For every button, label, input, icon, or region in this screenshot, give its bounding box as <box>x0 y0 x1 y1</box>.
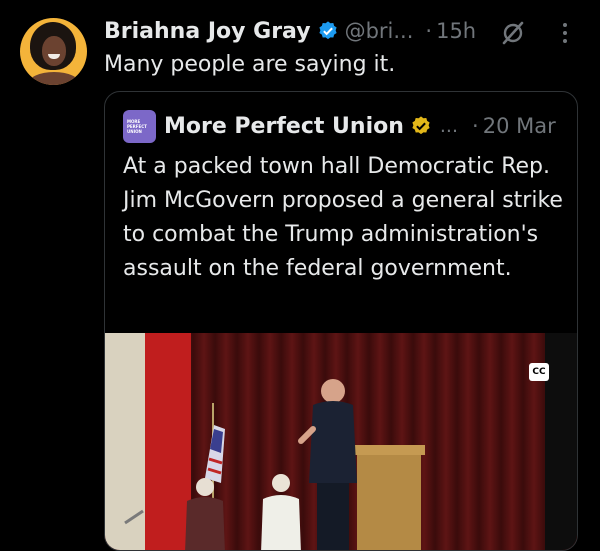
separator-dot: · <box>425 19 433 43</box>
gold-verified-badge-icon[interactable] <box>410 115 432 137</box>
avatar-face <box>42 36 66 66</box>
quoted-tweet-date[interactable]: 20 Mar <box>483 114 556 138</box>
quoted-tweet-card[interactable]: MORE PERFECT UNION More Perfect Union ..… <box>104 91 578 551</box>
grok-icon[interactable] <box>500 20 526 46</box>
speaker-suit <box>309 401 357 483</box>
tweet-text: Many people are saying it. <box>104 52 396 77</box>
logo-text-line: UNION <box>127 128 142 134</box>
stage-side <box>545 333 577 550</box>
avatar-shoulders <box>28 72 80 85</box>
quoted-author-logo[interactable]: MORE PERFECT UNION <box>123 109 156 143</box>
author-name[interactable]: Briahna Joy Gray <box>104 19 311 44</box>
video-frame <box>105 333 577 550</box>
verified-badge-icon[interactable] <box>317 20 339 42</box>
author-handle[interactable]: @bri... <box>345 19 414 43</box>
quoted-tweet-text: At a packed town hall Democratic Rep. Ji… <box>123 154 563 281</box>
red-pillar <box>145 333 191 550</box>
more-options-icon[interactable] <box>558 20 572 46</box>
podium <box>357 451 421 550</box>
quoted-author-name[interactable]: More Perfect Union <box>164 114 404 139</box>
quoted-tweet-header: MORE PERFECT UNION More Perfect Union ..… <box>123 109 556 143</box>
speaker-head <box>321 379 345 403</box>
left-wall <box>105 333 145 550</box>
closed-captions-icon[interactable]: CC <box>529 363 549 381</box>
quoted-handle-truncated: ... <box>439 115 459 137</box>
tweet-header: Briahna Joy Gray @bri... · 15h <box>104 14 476 48</box>
author-avatar[interactable] <box>20 18 87 85</box>
tweet-time[interactable]: 15h <box>436 19 476 43</box>
separator-dot: · <box>472 114 479 138</box>
quoted-tweet-video[interactable]: CC <box>105 333 577 550</box>
